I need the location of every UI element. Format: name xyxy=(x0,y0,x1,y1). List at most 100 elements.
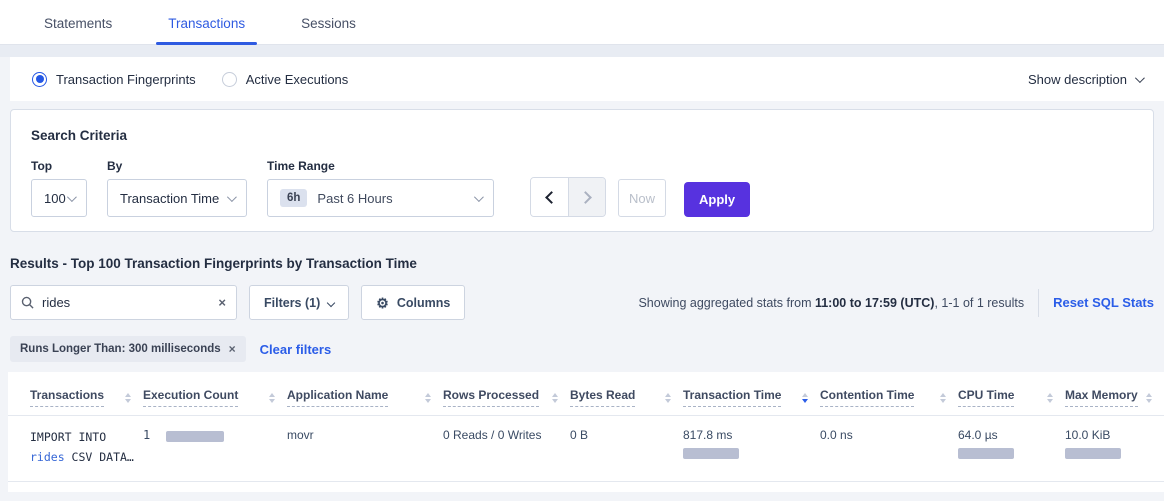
filter-chip: Runs Longer Than: 300 milliseconds × xyxy=(10,336,246,362)
cpu-time-value: 64.0 µs xyxy=(958,428,1053,442)
column-header-application-name[interactable]: Application Name xyxy=(287,372,443,416)
filter-chip-label: Runs Longer Than: 300 milliseconds xyxy=(20,343,221,355)
time-range-field: Time Range 6h Past 6 Hours xyxy=(267,159,494,217)
cell-contention-time: 0.0 ns xyxy=(820,416,958,482)
now-button[interactable]: Now xyxy=(618,179,666,217)
by-select[interactable]: Transaction Time xyxy=(107,179,247,217)
radio-transaction-fingerprints[interactable]: Transaction Fingerprints xyxy=(32,72,196,87)
radio-selected-icon xyxy=(32,72,47,87)
view-toggle-strip: Transaction Fingerprints Active Executio… xyxy=(10,57,1164,101)
table-header-row: Transactions Execution Count Application… xyxy=(8,372,1164,416)
tab-statements[interactable]: Statements xyxy=(30,4,126,44)
search-criteria-panel: Search Criteria Top 100 By Transaction T… xyxy=(10,109,1154,232)
cell-bytes-read: 0 B xyxy=(570,416,683,482)
sort-icon xyxy=(269,393,275,403)
reset-sql-stats-link[interactable]: Reset SQL Stats xyxy=(1053,295,1154,310)
cell-transaction-time: 817.8 ms xyxy=(683,416,820,482)
top-label: Top xyxy=(31,159,87,173)
cell-execution-count: 1 xyxy=(143,416,287,482)
stats-text: Showing aggregated stats from 11:00 to 1… xyxy=(638,296,1024,310)
tab-transactions[interactable]: Transactions xyxy=(154,4,259,44)
time-shift-group xyxy=(530,177,606,217)
time-range-select[interactable]: 6h Past 6 Hours xyxy=(267,179,494,217)
chevron-down-icon xyxy=(227,192,237,202)
results-heading: Results - Top 100 Transaction Fingerprin… xyxy=(10,256,1154,271)
time-forward-button[interactable] xyxy=(568,178,605,216)
max-memory-value: 10.0 KiB xyxy=(1065,428,1152,442)
cell-max-memory: 10.0 KiB xyxy=(1065,416,1164,482)
cell-application-name: movr xyxy=(287,416,443,482)
cell-rows-processed: 0 Reads / 0 Writes xyxy=(443,416,570,482)
column-header-max-memory[interactable]: Max Memory xyxy=(1065,372,1164,416)
top-value: 100 xyxy=(44,191,66,206)
column-header-execution-count[interactable]: Execution Count xyxy=(143,372,287,416)
apply-button[interactable]: Apply xyxy=(684,182,750,217)
time-range-value: Past 6 Hours xyxy=(317,191,392,206)
table-row: IMPORT INTO rides CSV DATA… 1 movr 0 Rea… xyxy=(8,416,1164,482)
show-description-toggle[interactable]: Show description xyxy=(1028,72,1142,87)
sort-icon xyxy=(1146,393,1152,403)
column-header-transactions[interactable]: Transactions xyxy=(8,372,143,416)
filter-chip-close-icon[interactable]: × xyxy=(229,343,236,355)
active-filters-row: Runs Longer Than: 300 milliseconds × Cle… xyxy=(10,336,1154,362)
sort-icon xyxy=(1047,393,1053,403)
sort-icon xyxy=(425,393,431,403)
chevron-left-icon xyxy=(545,191,558,204)
column-header-contention-time[interactable]: Contention Time xyxy=(820,372,958,416)
top-field: Top 100 xyxy=(31,159,87,217)
chevron-right-icon xyxy=(579,191,592,204)
cell-cpu-time: 64.0 µs xyxy=(958,416,1065,482)
radio-label: Active Executions xyxy=(246,72,349,87)
chevron-down-icon xyxy=(474,192,484,202)
gear-icon: ⚙ xyxy=(376,296,389,310)
search-clear-icon[interactable]: × xyxy=(218,296,226,309)
radio-active-executions[interactable]: Active Executions xyxy=(222,72,349,87)
tab-sessions[interactable]: Sessions xyxy=(287,4,370,44)
columns-label: Columns xyxy=(397,296,450,310)
search-icon xyxy=(21,296,34,309)
background-gap xyxy=(0,45,1164,57)
sort-icon xyxy=(665,393,671,403)
search-criteria-title: Search Criteria xyxy=(31,128,1133,143)
column-header-bytes-read[interactable]: Bytes Read xyxy=(570,372,683,416)
sort-icon xyxy=(552,393,558,403)
sort-icon xyxy=(940,393,946,403)
execution-count-value: 1 xyxy=(143,428,150,442)
time-back-button[interactable] xyxy=(531,178,568,216)
transaction-time-bar xyxy=(683,448,739,459)
radio-unselected-icon xyxy=(222,72,237,87)
results-searchbox[interactable]: × xyxy=(10,285,237,320)
top-select[interactable]: 100 xyxy=(31,179,87,217)
chevron-down-icon xyxy=(1135,73,1145,83)
sort-icon-active-desc xyxy=(802,393,808,403)
transactions-table: Transactions Execution Count Application… xyxy=(8,372,1164,482)
transaction-fingerprint-link[interactable]: IMPORT INTO rides CSV DATA… xyxy=(30,428,131,467)
column-header-cpu-time[interactable]: CPU Time xyxy=(958,372,1065,416)
radio-label: Transaction Fingerprints xyxy=(56,72,196,87)
divider xyxy=(1038,289,1039,317)
execution-count-bar xyxy=(166,431,224,442)
by-value: Transaction Time xyxy=(120,191,219,206)
column-header-rows-processed[interactable]: Rows Processed xyxy=(443,372,570,416)
columns-button[interactable]: ⚙ Columns xyxy=(361,285,465,320)
filters-label: Filters (1) xyxy=(264,296,320,310)
chevron-down-icon xyxy=(327,298,335,306)
max-memory-bar xyxy=(1065,448,1121,459)
show-description-label: Show description xyxy=(1028,72,1127,87)
time-range-label: Time Range xyxy=(267,159,494,173)
by-field: By Transaction Time xyxy=(107,159,247,217)
cell-transaction: IMPORT INTO rides CSV DATA… xyxy=(8,416,143,482)
cpu-time-bar xyxy=(958,448,1014,459)
transactions-table-panel: Transactions Execution Count Application… xyxy=(8,372,1164,492)
sort-icon xyxy=(125,393,131,403)
filters-button[interactable]: Filters (1) xyxy=(249,285,349,320)
time-range-badge: 6h xyxy=(280,189,307,207)
column-header-transaction-time[interactable]: Transaction Time xyxy=(683,372,820,416)
clear-filters-link[interactable]: Clear filters xyxy=(260,342,332,357)
stats-area: Showing aggregated stats from 11:00 to 1… xyxy=(638,289,1154,317)
transaction-time-value: 817.8 ms xyxy=(683,428,808,442)
search-input[interactable] xyxy=(42,295,218,310)
chevron-down-icon xyxy=(67,192,77,202)
sql-activity-tabbar: Statements Transactions Sessions xyxy=(0,0,1164,45)
by-label: By xyxy=(107,159,247,173)
